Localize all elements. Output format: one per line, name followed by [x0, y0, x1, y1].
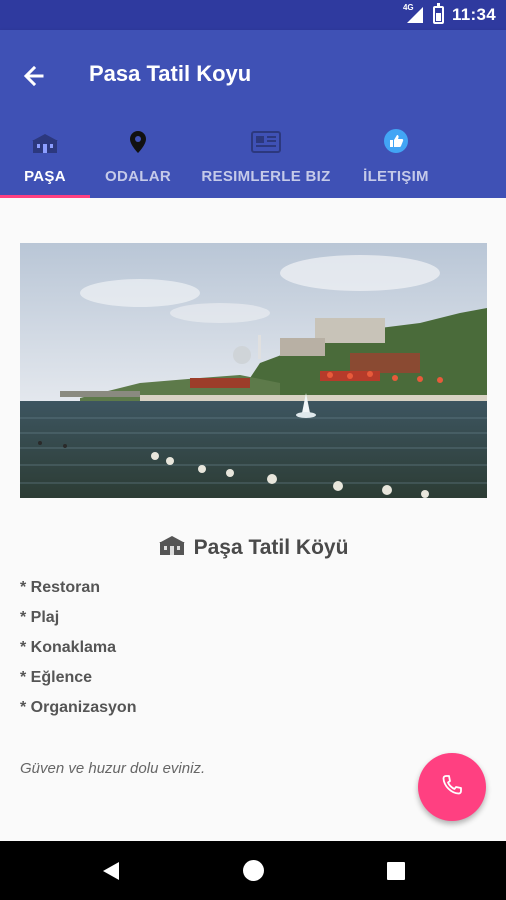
tab-bar: PAŞA ODALAR RESIMLERLE BIZ İLETIŞIM [0, 120, 506, 198]
tab-iletisim[interactable]: İLETIŞIM [346, 120, 446, 198]
content-area: Paşa Tatil Köyü * Restoran * Plaj * Kona… [0, 198, 506, 841]
clock: 11:34 [451, 5, 496, 24]
nav-home-icon[interactable] [243, 860, 264, 881]
feature-list: * Restoran * Plaj * Konaklama * Eğlence … [20, 578, 136, 728]
tab-label: RESIMLERLE BIZ [201, 168, 331, 185]
villa-icon [158, 534, 186, 562]
arrow-back-icon[interactable] [20, 62, 52, 90]
tab-label: İLETIŞIM [363, 168, 429, 185]
list-item: * Organizasyon [20, 699, 137, 716]
nav-recents-icon[interactable] [387, 862, 405, 880]
status-bar: 4G 11:34 [0, 0, 506, 30]
villa-icon [31, 124, 59, 154]
nav-back-icon[interactable] [102, 861, 120, 886]
signal-icon: 4G [402, 3, 425, 24]
system-nav-bar [0, 841, 506, 900]
tab-pasa[interactable]: PAŞA [0, 120, 90, 198]
section-heading: Paşa Tatil Köyü [0, 534, 506, 562]
list-item: * Plaj [20, 609, 60, 626]
network-type: 4G [402, 3, 414, 12]
battery-icon [432, 3, 444, 24]
news-icon [251, 124, 281, 154]
tab-label: PAŞA [24, 168, 66, 185]
call-button[interactable] [418, 753, 486, 821]
list-item: * Eğlence [20, 669, 93, 686]
list-item: * Konaklama [20, 639, 117, 656]
thumbs-up-icon [383, 124, 409, 154]
tab-label: ODALAR [105, 168, 171, 185]
phone-icon [441, 774, 463, 801]
tab-odalar[interactable]: ODALAR [92, 120, 184, 198]
tab-resimlerle-biz[interactable]: RESIMLERLE BIZ [194, 120, 338, 198]
app-bar: Pasa Tatil Koyu PAŞA ODALAR RESIMLERLE B… [0, 30, 506, 198]
heading-text: Paşa Tatil Köyü [193, 536, 349, 559]
tagline: Güven ve huzur dolu eviniz. [20, 760, 206, 777]
list-item: * Restoran [20, 579, 101, 596]
beach-photo [20, 243, 487, 498]
page-title: Pasa Tatil Koyu [89, 61, 252, 86]
location-pin-icon [129, 124, 147, 154]
